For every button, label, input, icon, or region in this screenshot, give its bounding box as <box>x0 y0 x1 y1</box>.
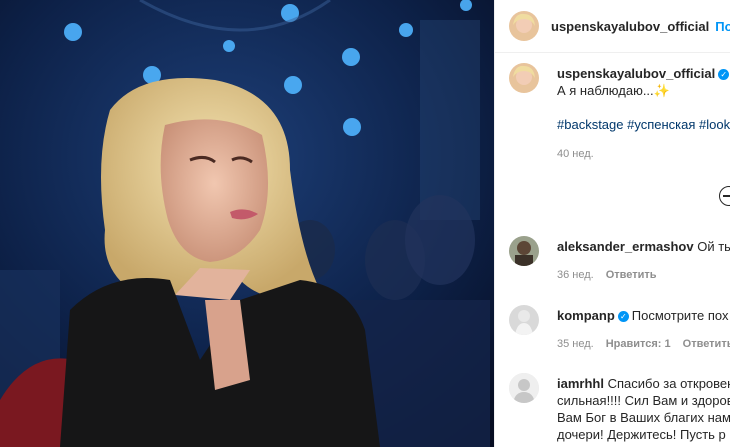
caption-username[interactable]: uspenskayalubov_official <box>557 66 715 81</box>
comment-text-line: Вам Бог в Ваших благих наме <box>557 410 730 425</box>
avatar-image <box>509 236 539 266</box>
avatar-image <box>509 63 539 93</box>
comment-body: aleksander_ermashov Ой ты <box>557 238 730 255</box>
comment-text: Ой ты <box>697 239 730 254</box>
post-image[interactable] <box>0 0 494 447</box>
author-avatar[interactable] <box>509 11 539 41</box>
comment-username[interactable]: aleksander_ermashov <box>557 239 694 254</box>
caption-meta: 40 нед. <box>557 148 606 160</box>
caption-time[interactable]: 40 нед. <box>557 148 594 160</box>
reply-button[interactable]: Ответить <box>683 338 730 350</box>
post-header: uspenskayalubov_official Подписаться <box>495 0 730 53</box>
verified-icon: ✓ <box>617 311 629 323</box>
author-username[interactable]: uspenskayalubov_official <box>551 19 709 34</box>
reply-button[interactable]: Ответить <box>606 269 657 281</box>
caption-line-2: А я наблюдаю...✨ <box>557 82 670 99</box>
caption-avatar[interactable] <box>509 63 539 93</box>
comment-text: Спасибо за откровен <box>607 376 730 391</box>
comment-username[interactable]: kompanp <box>557 308 615 323</box>
comment-text-line: сильная!!!! Сил Вам и здоров <box>557 393 730 408</box>
avatar-image <box>509 305 539 335</box>
comment-username[interactable]: iamrhhl <box>557 376 604 391</box>
likes-count[interactable]: Нравится: 1 <box>606 338 671 350</box>
verified-icon: ✓ <box>718 69 730 81</box>
post-side-panel: uspenskayalubov_official Подписаться usp… <box>494 0 730 447</box>
hashtag-link[interactable]: #backstage <box>557 117 624 132</box>
commenter-avatar[interactable] <box>509 373 539 403</box>
caption-line-1: uspenskayalubov_official✓М <box>557 65 730 82</box>
default-avatar-icon <box>509 373 539 403</box>
comment-body: kompanp ✓ Посмотрите пох <box>557 307 728 324</box>
comment-time[interactable]: 36 нед. <box>557 269 594 281</box>
comment-time[interactable]: 35 нед. <box>557 338 594 350</box>
comment-body: iamrhhl Спасибо за откровен <box>557 375 730 392</box>
load-more-comments-icon[interactable] <box>719 186 730 206</box>
caption-hashtags: #backstage #успенская #look <box>557 116 730 133</box>
comment-meta: 35 нед. Нравится: 1 Ответить <box>557 338 730 350</box>
follow-button[interactable]: Подписаться <box>715 19 730 34</box>
hashtag-link[interactable]: #успенская <box>627 117 695 132</box>
avatar-image <box>509 11 539 41</box>
sparkle-emoji: ✨ <box>653 83 670 98</box>
commenter-avatar[interactable] <box>509 236 539 266</box>
hashtag-link[interactable]: #look <box>699 117 730 132</box>
post-photo <box>0 0 494 447</box>
comment-text: Посмотрите пох <box>631 308 729 323</box>
commenter-avatar[interactable] <box>509 305 539 335</box>
caption-text: А я наблюдаю... <box>557 83 654 98</box>
comment-text-line: дочери! Держитесь! Пусть р <box>557 427 726 442</box>
comment-meta: 36 нед. Ответить <box>557 269 669 281</box>
